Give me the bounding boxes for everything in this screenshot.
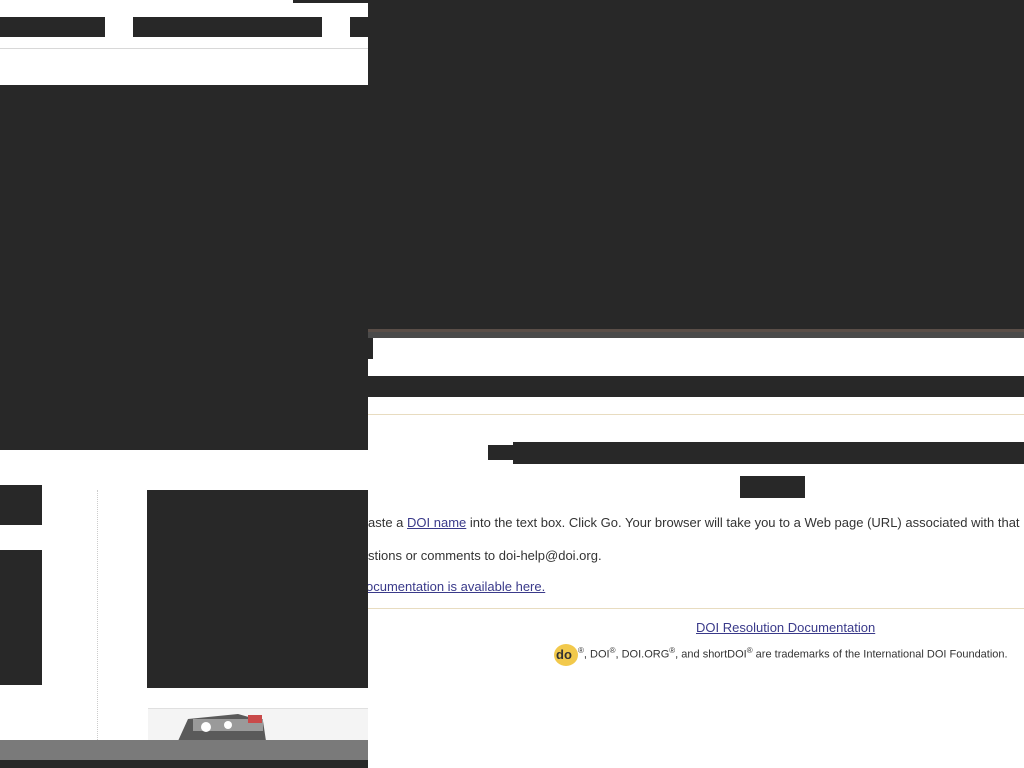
nav-item-1[interactable] <box>0 17 105 37</box>
tm-doi: , DOI <box>583 648 610 661</box>
tm-doiorg: , DOI.ORG <box>615 648 670 661</box>
doi-window: aste a DOI name into the text box. Click… <box>368 0 1024 768</box>
resolution-docs-link[interactable]: DOI Resolution Documentation <box>696 620 875 635</box>
trademark-text: ®, DOI®, DOI.ORG®, and shortDOI® are tra… <box>578 646 1008 661</box>
contact-text: stions or comments to doi-help@doi.org. <box>368 548 602 563</box>
tm-shortdoi: , and shortDOI <box>675 648 747 661</box>
bottom-bar <box>0 760 368 768</box>
instructions-prefix: aste a <box>368 515 408 530</box>
sidebar-block-1[interactable] <box>0 485 42 525</box>
product-thumbnail[interactable] <box>148 708 368 740</box>
sub-bar <box>0 49 368 85</box>
sidebar-block-2[interactable] <box>0 550 42 685</box>
tm-foundation: are trademarks of the International DOI … <box>752 648 1008 661</box>
bottom-rule <box>368 608 1024 609</box>
nav-item-2[interactable] <box>133 17 322 37</box>
doi-input-label <box>488 445 513 460</box>
doi-logo-icon: do <box>554 644 578 666</box>
instructions-text: aste a DOI name into the text box. Click… <box>368 515 1024 530</box>
top-bar-dark-strip <box>293 0 368 3</box>
top-rule <box>368 414 1024 415</box>
instructions-suffix: into the text box. Click Go. Your browse… <box>466 515 1024 530</box>
content-divider <box>97 490 98 740</box>
bottom-scrollbar[interactable] <box>0 740 368 760</box>
product-image-icon <box>178 714 266 740</box>
documentation-link[interactable]: ocumentation is available here. <box>368 579 545 594</box>
background-window <box>0 0 368 768</box>
doi-nav-bar <box>368 376 1024 397</box>
header-tab <box>368 338 373 359</box>
doi-logo-text: do <box>556 647 572 662</box>
feature-image-block[interactable] <box>147 490 368 688</box>
nav-item-3[interactable] <box>350 17 368 37</box>
doi-input[interactable] <box>513 442 1024 464</box>
go-button[interactable] <box>740 476 805 498</box>
doi-name-link[interactable]: DOI name <box>407 515 466 530</box>
